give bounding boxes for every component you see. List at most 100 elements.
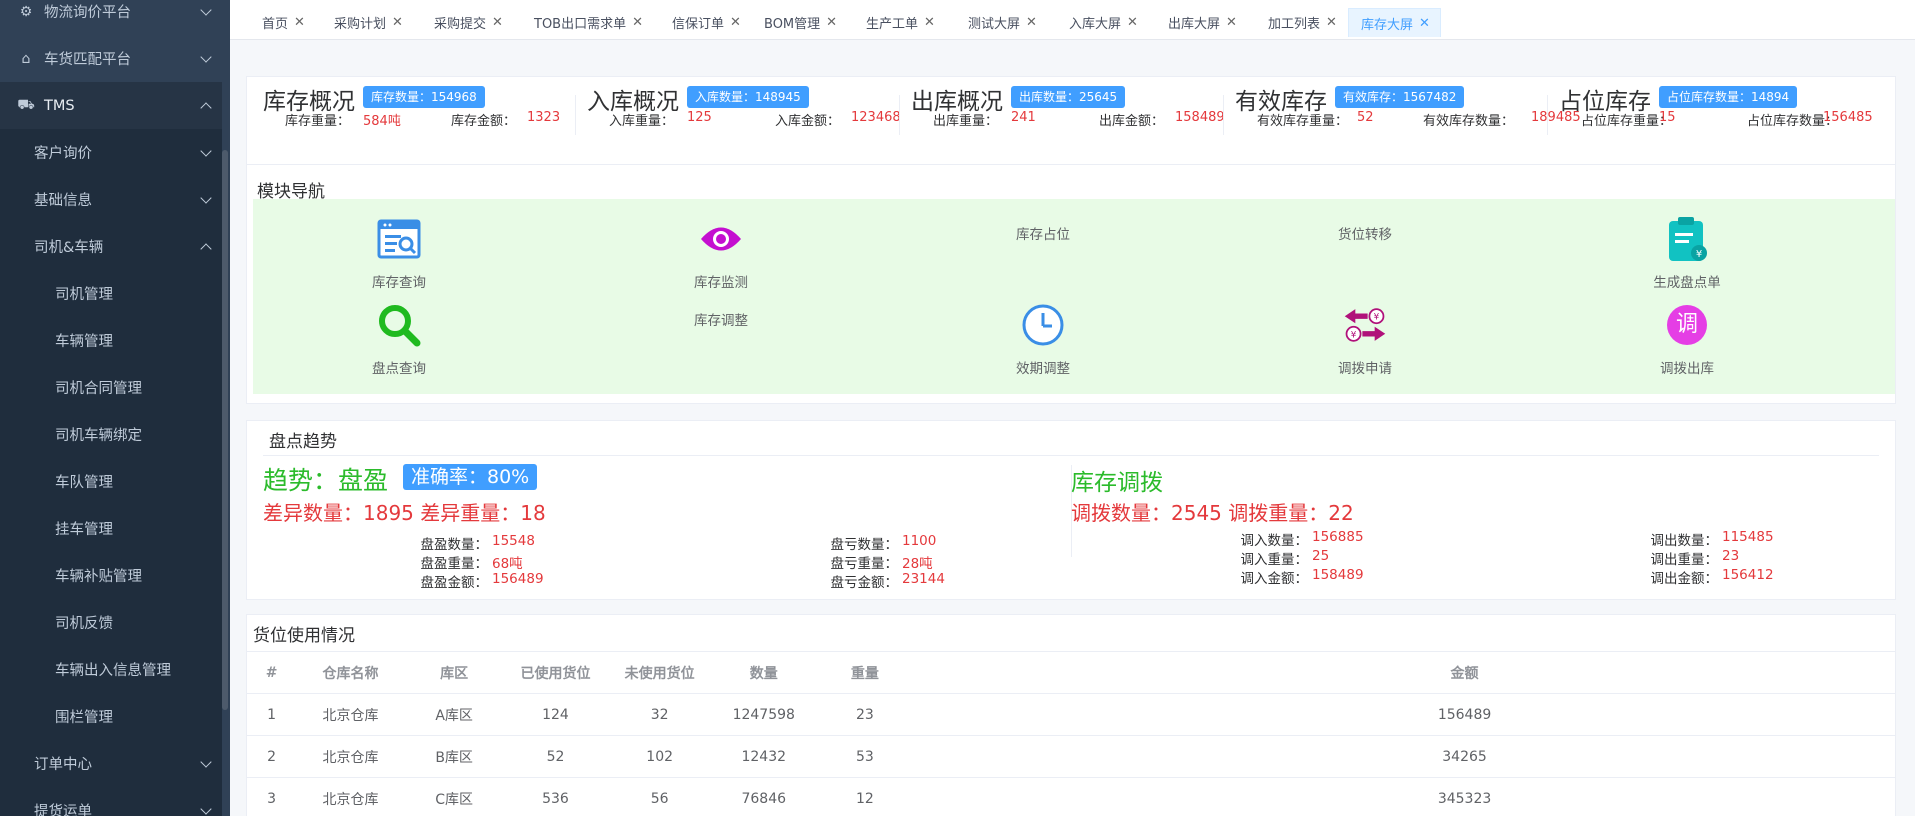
module-5[interactable]: 盘点查询 xyxy=(329,199,469,399)
table-cell: 北京仓库 xyxy=(296,777,405,816)
overview-label-2: 入库金额： xyxy=(775,114,841,129)
tab-label: 测试大屏 xyxy=(968,17,1021,32)
tab-label: 入库大屏 xyxy=(1069,17,1122,32)
sidebar-item-0[interactable]: ⚙ 物流询价平台 xyxy=(0,0,222,35)
tab-3[interactable]: TOB出口需求单 ✕ xyxy=(522,8,643,37)
close-icon[interactable]: ✕ xyxy=(1026,15,1037,30)
overview-value-2: 123468 xyxy=(851,110,901,125)
sidebar-sub-item-7[interactable]: 车队管理 xyxy=(0,458,222,505)
table-cell: 23 xyxy=(815,693,915,736)
tab-label: BOM管理 xyxy=(764,17,821,32)
column-header-3: 已使用货位 xyxy=(503,651,608,694)
loss-value-1: 28吨 xyxy=(902,556,933,572)
column-header-4: 未使用货位 xyxy=(607,651,712,694)
sidebar-sub-item-label: 车辆出入信息管理 xyxy=(55,663,171,679)
close-icon[interactable]: ✕ xyxy=(1226,15,1237,30)
chevron-icon xyxy=(200,144,212,157)
tab-7[interactable]: 测试大屏 ✕ xyxy=(956,8,1037,37)
overview-value-2: 1323 xyxy=(527,110,561,125)
sidebar-sub-item-label: 围栏管理 xyxy=(55,710,113,726)
sidebar-sub-item-label: 车辆管理 xyxy=(55,334,113,350)
table-cell: 56 xyxy=(607,777,712,816)
tab-9[interactable]: 出库大屏 ✕ xyxy=(1156,8,1237,37)
transfer_out-value-0: 115485 xyxy=(1722,529,1774,545)
sidebar-scrollbar[interactable] xyxy=(222,150,228,710)
sidebar-item-label: 车货匹配平台 xyxy=(44,52,131,68)
overview-separator xyxy=(1223,95,1224,135)
sidebar-sub-item-10[interactable]: 司机反馈 xyxy=(0,599,222,646)
table-cell: 1247598 xyxy=(711,693,816,736)
module-label: 效期调整 xyxy=(1016,361,1070,377)
sidebar-sub-item-14[interactable]: 提货运单 xyxy=(0,787,222,816)
close-icon[interactable]: ✕ xyxy=(294,15,305,30)
module-6[interactable]: 库存调整 xyxy=(651,199,791,399)
svg-text:¥: ¥ xyxy=(1351,330,1357,340)
truck-icon: ⛟ xyxy=(17,96,35,113)
close-icon[interactable]: ✕ xyxy=(1419,16,1430,31)
tab-label: TOB出口需求单 xyxy=(534,17,627,32)
tab-1[interactable]: 采购计划 ✕ xyxy=(322,8,403,37)
tab-0[interactable]: 首页 ✕ xyxy=(250,8,305,37)
tab-label: 采购计划 xyxy=(334,17,387,32)
close-icon[interactable]: ✕ xyxy=(632,15,643,30)
tab-2[interactable]: 采购提交 ✕ xyxy=(422,8,503,37)
sidebar-sub-item-3[interactable]: 司机管理 xyxy=(0,270,222,317)
transfer-out-glyph: 调 xyxy=(1667,305,1707,345)
overview-value-2: 156485 xyxy=(1823,110,1873,125)
sidebar-sub-item-8[interactable]: 挂车管理 xyxy=(0,505,222,552)
accuracy-badge: 准确率：80% xyxy=(403,464,538,490)
sidebar-sub-item-13[interactable]: 订单中心 xyxy=(0,740,222,787)
network-icon: ⚙ xyxy=(19,3,33,20)
table-row[interactable]: 1 北京仓库 A库区 124 32 1247598 23 156489 xyxy=(247,693,1895,736)
sidebar-item-1[interactable]: ⌂ 车货匹配平台 xyxy=(0,35,222,82)
chevron-icon xyxy=(200,3,212,16)
overview-value-1: 125 xyxy=(687,110,712,125)
profit-value-1: 68吨 xyxy=(492,556,523,572)
transfer_in-label-1: 调入重量： xyxy=(1240,552,1309,568)
loss-label-2: 盘亏金额： xyxy=(830,575,899,591)
tab-5[interactable]: BOM管理 ✕ xyxy=(752,8,837,37)
sidebar-sub-item-11[interactable]: 车辆出入信息管理 xyxy=(0,646,222,693)
close-icon[interactable]: ✕ xyxy=(392,15,403,30)
profit-label-2: 盘盈金额： xyxy=(420,575,489,591)
overview-separator xyxy=(575,95,576,135)
sidebar-sub-item-0[interactable]: 客户询价 xyxy=(0,129,222,176)
tab-10[interactable]: 加工列表 ✕ xyxy=(1256,8,1337,37)
sidebar-sub-item-6[interactable]: 司机车辆绑定 xyxy=(0,411,222,458)
tab-6[interactable]: 生产工单 ✕ xyxy=(854,8,935,37)
sidebar-sub-item-12[interactable]: 围栏管理 xyxy=(0,693,222,740)
tab-11[interactable]: 库存大屏 ✕ xyxy=(1348,8,1441,37)
tab-label: 信保订单 xyxy=(672,17,725,32)
sidebar-sub-item-9[interactable]: 车辆补贴管理 xyxy=(0,552,222,599)
column-header-2: 库区 xyxy=(404,651,504,694)
sidebar-item-label: TMS xyxy=(44,97,75,114)
close-icon[interactable]: ✕ xyxy=(826,15,837,30)
table-header-row: # 仓库名称 库区 已使用货位 未使用货位 数量 重量 金额 xyxy=(247,651,1895,694)
overview-separator xyxy=(899,95,900,135)
sidebar-sub-item-2[interactable]: 司机&车辆 xyxy=(0,223,222,270)
module-9[interactable]: 调调拨出库 xyxy=(1617,199,1757,399)
close-icon[interactable]: ✕ xyxy=(1127,15,1138,30)
sidebar-sub-item-5[interactable]: 司机合同管理 xyxy=(0,364,222,411)
chevron-icon xyxy=(200,191,212,204)
module-8[interactable]: ¥ ¥ 调拨申请 xyxy=(1295,199,1435,399)
tab-4[interactable]: 信保订单 ✕ xyxy=(660,8,741,37)
tab-8[interactable]: 入库大屏 ✕ xyxy=(1057,8,1138,37)
close-icon[interactable]: ✕ xyxy=(730,15,741,30)
close-icon[interactable]: ✕ xyxy=(924,15,935,30)
overview-separator xyxy=(1547,95,1548,135)
close-icon[interactable]: ✕ xyxy=(1326,15,1337,30)
module-7[interactable]: 效期调整 xyxy=(973,199,1113,399)
table-row[interactable]: 3 北京仓库 C库区 536 56 76846 12 345323 xyxy=(247,777,1895,816)
overview-value-1: 15 xyxy=(1659,110,1676,125)
chevron-icon xyxy=(200,802,212,815)
close-icon[interactable]: ✕ xyxy=(492,15,503,30)
sidebar-item-2[interactable]: ⛟ TMS xyxy=(0,82,222,129)
sidebar-sub-item-1[interactable]: 基础信息 xyxy=(0,176,222,223)
table-row[interactable]: 2 北京仓库 B库区 52 102 12432 53 34265 xyxy=(247,735,1895,778)
transfer_out-value-1: 23 xyxy=(1722,548,1740,564)
overview-label-1: 出库重量： xyxy=(933,114,999,129)
overview-label-2: 有效库存数量： xyxy=(1423,114,1515,129)
sidebar-sub-item-4[interactable]: 车辆管理 xyxy=(0,317,222,364)
trend-title: 盘点趋势 xyxy=(269,432,337,452)
